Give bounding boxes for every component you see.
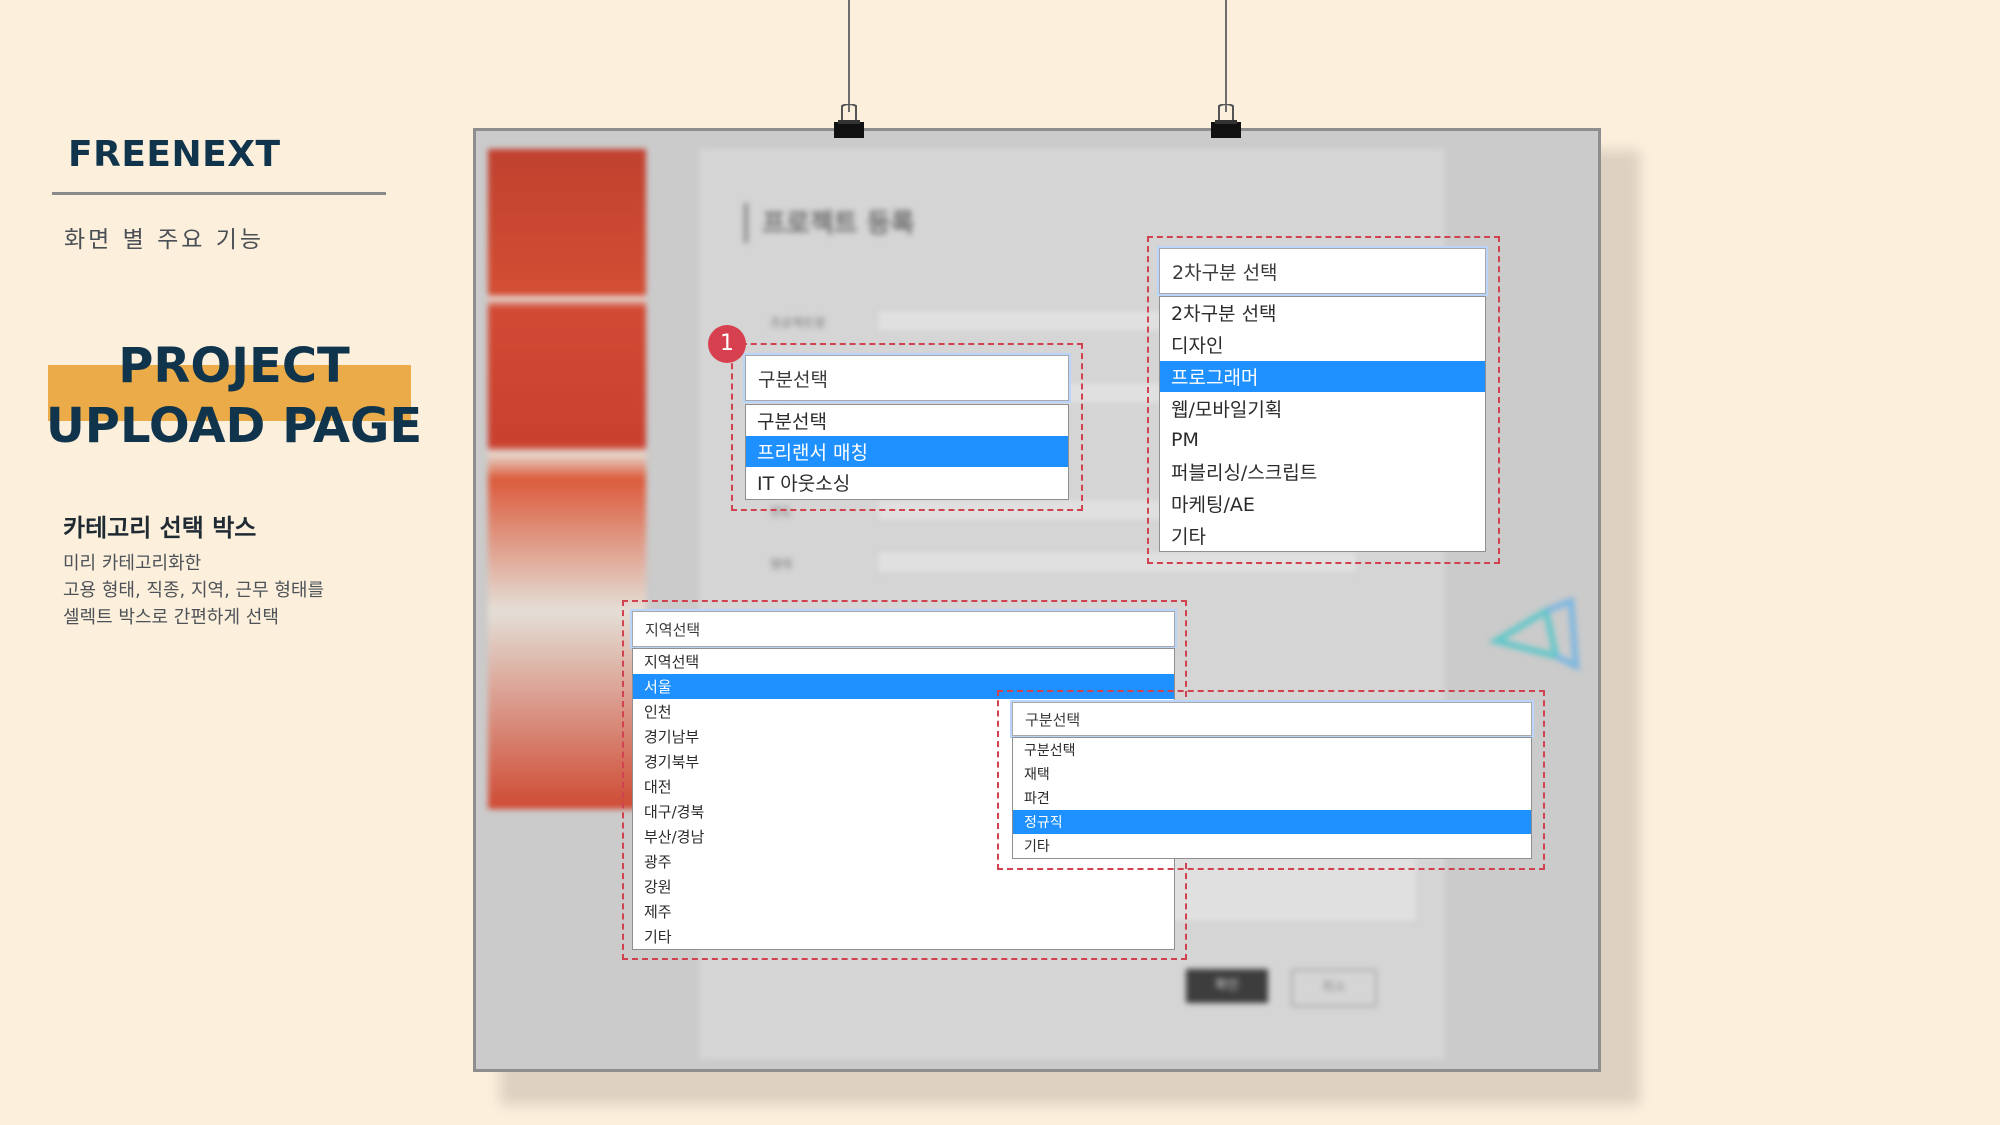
subcategory-option[interactable]: 기타 (1160, 519, 1485, 551)
brand-name: FREENEXT (68, 134, 281, 175)
section-heading: 카테고리 선택 박스 (63, 514, 257, 542)
worktype-option[interactable]: 기타 (1013, 834, 1531, 858)
subcategory-select[interactable]: 2차구분 선택 (1159, 248, 1486, 294)
subcategory-options: 2차구분 선택 디자인 프로그래머 웹/모바일기획 PM 퍼블리싱/스크립트 마… (1159, 296, 1486, 552)
cancel-button: 취소 (1291, 969, 1377, 1007)
worktype-option[interactable]: 파견 (1013, 786, 1531, 810)
hanging-string (1225, 0, 1227, 112)
description-line: 미리 카테고리화한 (63, 553, 202, 574)
step-badge: 1 (708, 325, 746, 363)
binder-clip-icon (1211, 104, 1241, 138)
subcategory-option[interactable]: 디자인 (1160, 329, 1485, 361)
category-option[interactable]: 구분선택 (746, 405, 1068, 436)
category-option[interactable]: IT 아웃소싱 (746, 467, 1068, 498)
subcategory-option[interactable]: PM (1160, 424, 1485, 456)
form-label: 프로젝트명 (770, 316, 826, 330)
confirm-button: 확인 (1186, 969, 1268, 1003)
category-options: 구분선택 프리랜서 매칭 IT 아웃소싱 (745, 404, 1069, 500)
category-option-selected[interactable]: 프리랜서 매칭 (746, 436, 1068, 467)
worktype-options: 구분선택 재택 파견 정규직 기타 (1012, 737, 1532, 859)
page-title: PROJECT UPLOAD PAGE (45, 338, 423, 454)
section-description: 미리 카테고리화한 고용 형태, 직종, 지역, 근무 형태를 셀렉트 박스로 … (63, 550, 324, 631)
hanging-string (848, 0, 850, 112)
worktype-option[interactable]: 재택 (1013, 762, 1531, 786)
subcategory-option[interactable]: 마케팅/AE (1160, 488, 1485, 520)
megaphone-icon (1488, 596, 1580, 672)
form-title: 프로젝트 등록 (762, 209, 915, 239)
category-select[interactable]: 구분선택 (745, 355, 1069, 401)
region-option[interactable]: 제주 (633, 899, 1174, 924)
worktype-select[interactable]: 구분선택 (1012, 702, 1532, 736)
region-option[interactable]: 강원 (633, 874, 1174, 899)
form-label: 형태 (770, 557, 793, 571)
description-line: 고용 형태, 직종, 지역, 근무 형태를 (63, 580, 325, 601)
subcategory-option-selected[interactable]: 프로그래머 (1160, 360, 1485, 393)
region-select[interactable]: 지역선택 (632, 611, 1175, 647)
subtitle: 화면 별 주요 기능 (64, 227, 265, 253)
brand-divider (52, 192, 386, 195)
subcategory-option[interactable]: 2차구분 선택 (1160, 297, 1485, 329)
worktype-option-selected[interactable]: 정규직 (1013, 810, 1531, 834)
subcategory-option[interactable]: 퍼블리싱/스크립트 (1160, 456, 1485, 488)
subcategory-option[interactable]: 웹/모바일기획 (1160, 392, 1485, 424)
binder-clip-icon (834, 104, 864, 138)
title-accent (744, 203, 748, 243)
description-line: 셀렉트 박스로 간편하게 선택 (63, 607, 279, 628)
region-option[interactable]: 기타 (633, 924, 1174, 949)
worktype-option[interactable]: 구분선택 (1013, 738, 1531, 762)
region-option[interactable]: 지역선택 (633, 649, 1174, 674)
